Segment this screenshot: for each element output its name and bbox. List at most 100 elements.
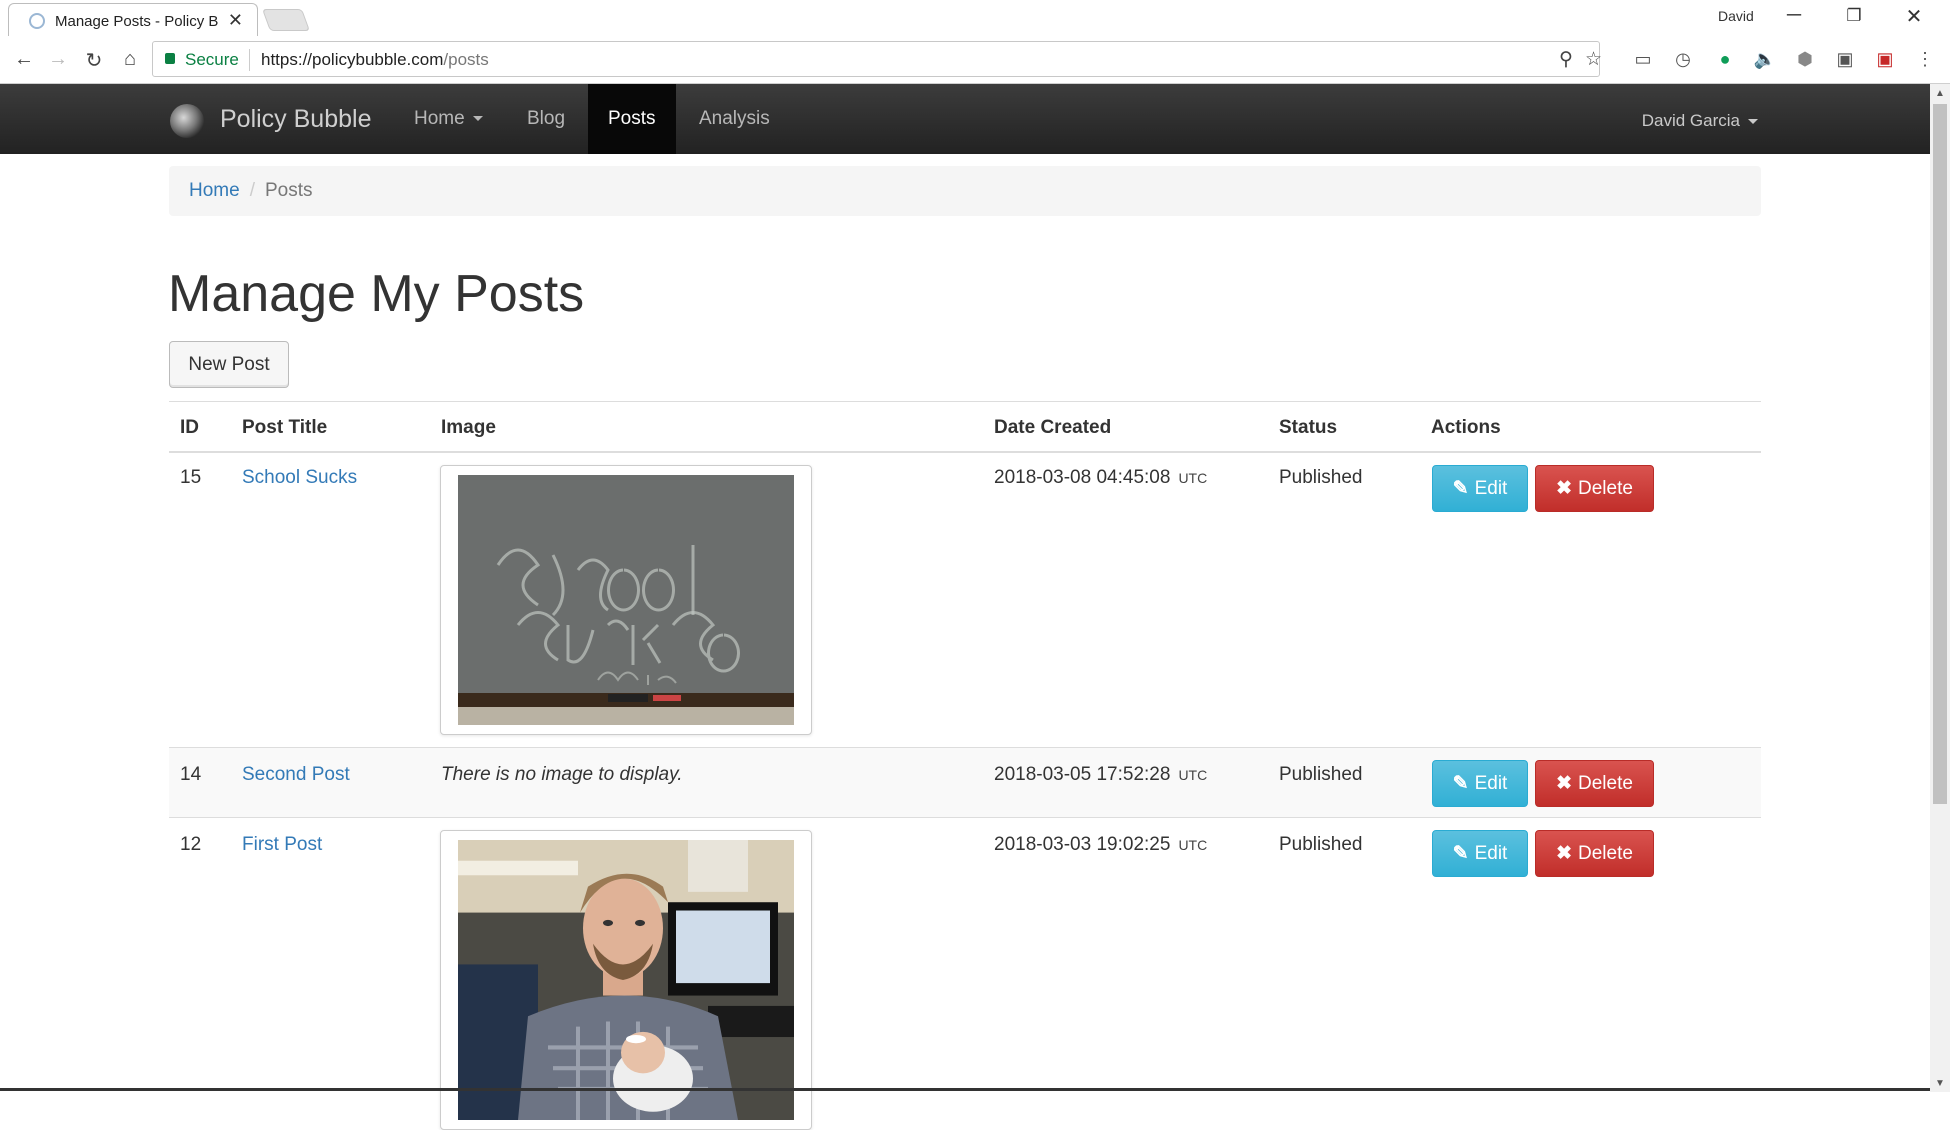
browser-tab[interactable]: Manage Posts - Policy Bu ✕ <box>8 3 258 36</box>
header-actions: Actions <box>1431 417 1501 438</box>
site-navbar: Policy Bubble Home Blog Posts Analysis D… <box>0 84 1930 154</box>
breadcrumb-home[interactable]: Home <box>189 180 240 201</box>
header-post-title: Post Title <box>242 417 328 438</box>
nav-analysis[interactable]: Analysis <box>679 84 790 154</box>
lock-icon <box>165 53 175 64</box>
bookmark-star-icon[interactable]: ☆ <box>1585 48 1602 71</box>
edit-label: Edit <box>1474 843 1508 864</box>
address-bar[interactable]: Secure https://policybubble.com/posts ⚲ … <box>152 41 1602 77</box>
post-id: 14 <box>180 764 202 785</box>
timezone-label: UTC <box>1178 837 1208 853</box>
header-image: Image <box>441 417 496 438</box>
browser-menu-icon[interactable]: ⋮ <box>1912 49 1938 70</box>
scroll-down-icon[interactable]: ▼ <box>1935 1078 1945 1089</box>
edit-label: Edit <box>1474 478 1508 499</box>
url-text[interactable]: https://policybubble.com/posts <box>261 50 489 70</box>
post-status: Published <box>1279 467 1363 488</box>
header-id: ID <box>180 417 199 438</box>
nav-home[interactable]: Home <box>394 84 503 154</box>
header-date-created: Date Created <box>994 417 1112 438</box>
extension-green-icon[interactable]: ● <box>1712 49 1738 70</box>
delete-button[interactable]: ✖ Delete <box>1535 830 1654 877</box>
user-menu[interactable]: David Garcia <box>1642 84 1758 154</box>
delete-label: Delete <box>1578 843 1633 864</box>
window-bottom-edge <box>0 1088 1930 1091</box>
timezone-label: UTC <box>1178 470 1208 486</box>
extension-clock-icon[interactable]: ◷ <box>1670 49 1696 70</box>
table-row: 15 School Sucks 2018-03-08 04:45:08 UTC P… <box>169 453 1761 748</box>
chevron-down-icon <box>472 116 483 122</box>
post-id: 15 <box>180 467 202 488</box>
post-id: 12 <box>180 834 202 855</box>
post-thumbnail[interactable] <box>440 465 812 735</box>
pencil-icon: ✎ <box>1452 843 1469 864</box>
timezone-label: UTC <box>1178 767 1208 783</box>
edit-button[interactable]: ✎ Edit <box>1432 830 1528 877</box>
post-thumbnail[interactable] <box>440 830 812 1130</box>
browser-toolbar: ← → ↻ ⌂ Secure https://policybubble.com/… <box>0 36 1950 84</box>
post-date-value: 2018-03-03 19:02:25 <box>994 834 1171 855</box>
window-close-icon[interactable]: ✕ <box>1894 4 1934 29</box>
zoom-icon[interactable]: ⚲ <box>1559 48 1573 71</box>
close-tab-icon[interactable]: ✕ <box>228 10 243 31</box>
new-post-button[interactable]: New Post <box>169 341 289 388</box>
table-header: ID Post Title Image Date Created Status … <box>169 401 1761 453</box>
pencil-icon: ✎ <box>1452 478 1469 499</box>
scroll-up-icon[interactable]: ▲ <box>1935 88 1945 99</box>
breadcrumb-divider: / <box>249 180 255 201</box>
edit-label: Edit <box>1474 773 1508 794</box>
extension-square-icon[interactable]: ▣ <box>1832 49 1858 70</box>
restore-icon[interactable]: ❐ <box>1834 6 1874 26</box>
brand-logo-icon[interactable] <box>170 104 204 138</box>
loading-icon <box>29 13 45 29</box>
post-date: 2018-03-03 19:02:25 UTC <box>994 834 1207 856</box>
forward-icon[interactable]: → <box>44 48 72 71</box>
delete-label: Delete <box>1578 478 1633 499</box>
home-icon[interactable]: ⌂ <box>116 48 144 71</box>
profile-name[interactable]: David <box>1718 8 1754 24</box>
extension-speaker-icon[interactable]: 🔈 <box>1752 49 1778 70</box>
edit-button[interactable]: ✎ Edit <box>1432 760 1528 807</box>
portrait-image <box>458 840 794 1120</box>
nav-posts[interactable]: Posts <box>588 84 676 154</box>
new-tab-button[interactable] <box>261 9 311 31</box>
delete-label: Delete <box>1578 773 1633 794</box>
page-scrollbar[interactable]: ▲ ▼ <box>1930 84 1950 1092</box>
nav-blog[interactable]: Blog <box>507 84 585 154</box>
extension-shield-icon[interactable]: ▣ <box>1872 49 1898 70</box>
x-icon: ✖ <box>1556 773 1572 794</box>
post-title-link[interactable]: First Post <box>242 834 322 856</box>
post-status: Published <box>1279 834 1363 855</box>
url-host: https://policybubble.com <box>261 50 444 69</box>
extension-chat-icon[interactable]: ▭ <box>1630 49 1656 70</box>
browser-tabstrip: Manage Posts - Policy Bu ✕ David ─ ❐ ✕ <box>0 0 1950 36</box>
post-date-value: 2018-03-08 04:45:08 <box>994 467 1171 488</box>
post-date: 2018-03-08 04:45:08 UTC <box>994 467 1207 489</box>
header-status: Status <box>1279 417 1338 438</box>
post-title-link[interactable]: Second Post <box>242 764 350 786</box>
x-icon: ✖ <box>1556 478 1572 499</box>
tab-title: Manage Posts - Policy Bu <box>55 13 219 30</box>
edit-button[interactable]: ✎ Edit <box>1432 465 1528 512</box>
table-row: 12 First Post 2018-03-03 19:02:25 UTC Pu… <box>169 818 1761 1130</box>
delete-button[interactable]: ✖ Delete <box>1535 465 1654 512</box>
minimize-icon[interactable]: ─ <box>1774 4 1814 27</box>
delete-button[interactable]: ✖ Delete <box>1535 760 1654 807</box>
omnibox-divider <box>249 49 250 71</box>
post-date: 2018-03-05 17:52:28 UTC <box>994 764 1207 786</box>
user-name: David Garcia <box>1641 111 1740 130</box>
scrollbar-thumb[interactable] <box>1933 104 1947 804</box>
post-title-link[interactable]: School Sucks <box>242 467 357 489</box>
post-status: Published <box>1279 764 1363 785</box>
reload-icon[interactable]: ↻ <box>80 48 108 73</box>
brand-name[interactable]: Policy Bubble <box>220 105 371 134</box>
extension-hexagon-icon[interactable]: ⬢ <box>1792 49 1818 70</box>
no-image-text: There is no image to display. <box>441 764 683 785</box>
secure-label: Secure <box>185 50 239 69</box>
chalkboard-image <box>458 475 794 725</box>
back-icon[interactable]: ← <box>10 48 38 71</box>
pencil-icon: ✎ <box>1452 773 1469 794</box>
page-title: Manage My Posts <box>168 265 585 323</box>
breadcrumb: Home / Posts <box>169 166 1761 216</box>
chevron-down-icon <box>1748 119 1758 125</box>
